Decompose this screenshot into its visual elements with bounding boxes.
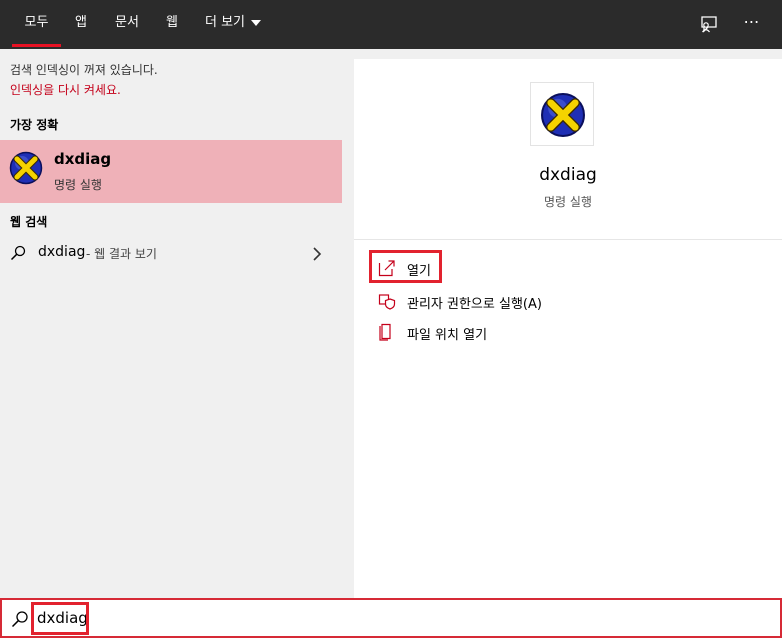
tab-all[interactable]: 모두	[12, 0, 61, 49]
web-search-suffix: - 웹 결과 보기	[86, 247, 157, 261]
tab-web[interactable]: 웹	[157, 0, 187, 49]
best-match-type: 명령 실행	[54, 178, 102, 192]
tab-apps[interactable]: 앱	[66, 0, 96, 49]
run-as-admin-label: 관리자 권한으로 실행(A)	[407, 297, 542, 312]
preview-app-type: 명령 실행	[544, 195, 592, 209]
tab-documents[interactable]: 문서	[105, 0, 149, 49]
chevron-right-icon[interactable]	[312, 246, 322, 261]
results-pane: 검색 인덱싱이 꺼져 있습니다. 인덱싱을 다시 켜세요. 가장 정확 dxdi…	[0, 49, 342, 598]
open-icon	[378, 259, 396, 277]
best-match-heading: 가장 정확	[10, 118, 59, 132]
shield-icon	[378, 292, 396, 310]
best-match-name: dxdiag	[54, 150, 112, 168]
tab-more-label: 더 보기	[205, 15, 246, 30]
app-preview-icon	[530, 82, 594, 146]
file-location-icon	[378, 323, 396, 341]
open-action-label: 열기	[407, 264, 431, 279]
search-icon	[10, 245, 26, 261]
best-match-item[interactable]: dxdiag 명령 실행	[0, 140, 342, 203]
web-search-heading: 웹 검색	[10, 215, 48, 229]
web-search-query: dxdiag	[38, 244, 86, 260]
tab-more-dropdown[interactable]: 더 보기	[197, 0, 273, 49]
search-scope-tabs: 모두 앱 문서 웹 더 보기 ⋯	[0, 0, 782, 49]
open-action[interactable]: 열기	[374, 255, 674, 281]
open-file-location-action[interactable]: 파일 위치 열기	[374, 319, 674, 345]
dxdiag-icon	[9, 151, 43, 185]
search-icon	[11, 610, 29, 628]
search-bar	[0, 598, 782, 638]
search-input[interactable]	[37, 606, 237, 630]
turn-on-indexing-link[interactable]: 인덱싱을 다시 켜세요.	[10, 81, 121, 98]
dxdiag-large-icon	[541, 93, 585, 137]
more-options-icon[interactable]: ⋯	[737, 8, 767, 38]
divider	[354, 239, 782, 240]
open-file-location-label: 파일 위치 열기	[407, 328, 488, 343]
preview-app-name: dxdiag	[539, 165, 597, 185]
index-off-notice: 검색 인덱싱이 꺼져 있습니다.	[10, 63, 158, 77]
web-search-item[interactable]: dxdiag - 웹 결과 보기	[0, 238, 342, 268]
caret-down-icon	[251, 19, 262, 26]
run-as-admin-action[interactable]: 관리자 권한으로 실행(A)	[374, 288, 674, 314]
preview-pane: dxdiag 명령 실행 열기 관리자 권한으로 실행(A) 파일 위치 열기	[354, 59, 782, 598]
feedback-icon[interactable]	[697, 14, 719, 36]
